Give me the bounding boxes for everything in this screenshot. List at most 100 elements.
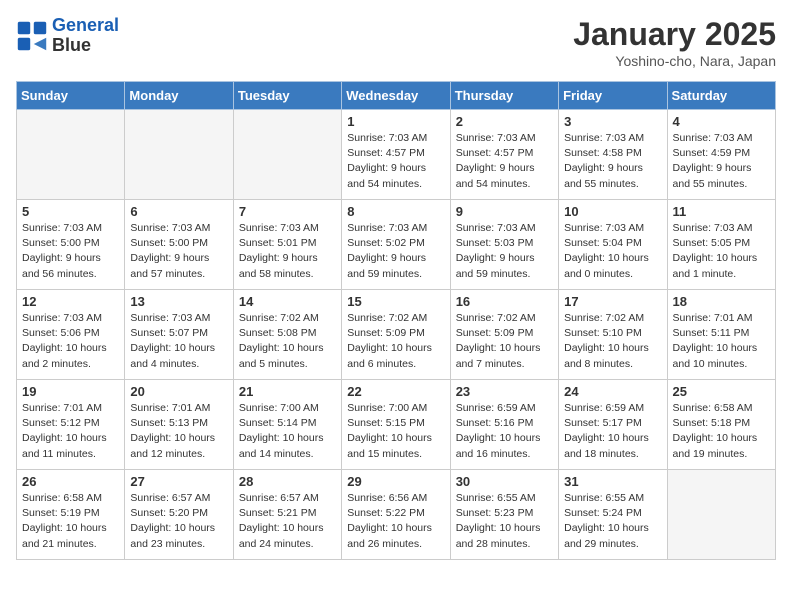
- calendar-cell: 10 Sunrise: 7:03 AM Sunset: 5:04 PM Dayl…: [559, 200, 667, 290]
- day-info: Sunrise: 7:01 AM Sunset: 5:13 PM Dayligh…: [130, 401, 227, 462]
- day-number: 8: [347, 204, 444, 219]
- calendar-cell: 29 Sunrise: 6:56 AM Sunset: 5:22 PM Dayl…: [342, 470, 450, 560]
- calendar-cell: 19 Sunrise: 7:01 AM Sunset: 5:12 PM Dayl…: [17, 380, 125, 470]
- day-number: 4: [673, 114, 770, 129]
- calendar-cell: 24 Sunrise: 6:59 AM Sunset: 5:17 PM Dayl…: [559, 380, 667, 470]
- day-info: Sunrise: 7:01 AM Sunset: 5:11 PM Dayligh…: [673, 311, 770, 372]
- calendar-cell: 22 Sunrise: 7:00 AM Sunset: 5:15 PM Dayl…: [342, 380, 450, 470]
- day-info: Sunrise: 7:01 AM Sunset: 5:12 PM Dayligh…: [22, 401, 119, 462]
- location: Yoshino-cho, Nara, Japan: [573, 53, 776, 69]
- day-number: 7: [239, 204, 336, 219]
- day-header-thursday: Thursday: [450, 82, 558, 110]
- day-info: Sunrise: 7:02 AM Sunset: 5:09 PM Dayligh…: [347, 311, 444, 372]
- day-info: Sunrise: 6:57 AM Sunset: 5:21 PM Dayligh…: [239, 491, 336, 552]
- day-info: Sunrise: 7:03 AM Sunset: 4:58 PM Dayligh…: [564, 131, 661, 192]
- calendar-cell: 16 Sunrise: 7:02 AM Sunset: 5:09 PM Dayl…: [450, 290, 558, 380]
- day-number: 29: [347, 474, 444, 489]
- calendar-cell: 31 Sunrise: 6:55 AM Sunset: 5:24 PM Dayl…: [559, 470, 667, 560]
- day-info: Sunrise: 7:03 AM Sunset: 5:02 PM Dayligh…: [347, 221, 444, 282]
- day-info: Sunrise: 6:59 AM Sunset: 5:16 PM Dayligh…: [456, 401, 553, 462]
- day-info: Sunrise: 6:55 AM Sunset: 5:23 PM Dayligh…: [456, 491, 553, 552]
- day-number: 2: [456, 114, 553, 129]
- calendar-cell: 23 Sunrise: 6:59 AM Sunset: 5:16 PM Dayl…: [450, 380, 558, 470]
- calendar-week-5: 26 Sunrise: 6:58 AM Sunset: 5:19 PM Dayl…: [17, 470, 776, 560]
- day-info: Sunrise: 7:03 AM Sunset: 4:59 PM Dayligh…: [673, 131, 770, 192]
- day-number: 12: [22, 294, 119, 309]
- calendar-cell: 13 Sunrise: 7:03 AM Sunset: 5:07 PM Dayl…: [125, 290, 233, 380]
- calendar-cell: [17, 110, 125, 200]
- calendar-cell: 5 Sunrise: 7:03 AM Sunset: 5:00 PM Dayli…: [17, 200, 125, 290]
- calendar-cell: 26 Sunrise: 6:58 AM Sunset: 5:19 PM Dayl…: [17, 470, 125, 560]
- day-info: Sunrise: 7:03 AM Sunset: 5:04 PM Dayligh…: [564, 221, 661, 282]
- calendar-cell: 20 Sunrise: 7:01 AM Sunset: 5:13 PM Dayl…: [125, 380, 233, 470]
- day-info: Sunrise: 7:03 AM Sunset: 5:00 PM Dayligh…: [22, 221, 119, 282]
- day-header-friday: Friday: [559, 82, 667, 110]
- day-info: Sunrise: 7:03 AM Sunset: 5:05 PM Dayligh…: [673, 221, 770, 282]
- calendar-cell: 15 Sunrise: 7:02 AM Sunset: 5:09 PM Dayl…: [342, 290, 450, 380]
- logo: GeneralBlue: [16, 16, 119, 56]
- day-number: 1: [347, 114, 444, 129]
- calendar-cell: 30 Sunrise: 6:55 AM Sunset: 5:23 PM Dayl…: [450, 470, 558, 560]
- logo-icon: [16, 20, 48, 52]
- day-header-sunday: Sunday: [17, 82, 125, 110]
- day-number: 24: [564, 384, 661, 399]
- day-info: Sunrise: 6:58 AM Sunset: 5:18 PM Dayligh…: [673, 401, 770, 462]
- day-number: 11: [673, 204, 770, 219]
- day-number: 20: [130, 384, 227, 399]
- calendar-cell: 9 Sunrise: 7:03 AM Sunset: 5:03 PM Dayli…: [450, 200, 558, 290]
- calendar-week-4: 19 Sunrise: 7:01 AM Sunset: 5:12 PM Dayl…: [17, 380, 776, 470]
- calendar-cell: 7 Sunrise: 7:03 AM Sunset: 5:01 PM Dayli…: [233, 200, 341, 290]
- calendar-cell: 3 Sunrise: 7:03 AM Sunset: 4:58 PM Dayli…: [559, 110, 667, 200]
- day-number: 15: [347, 294, 444, 309]
- calendar-cell: 8 Sunrise: 7:03 AM Sunset: 5:02 PM Dayli…: [342, 200, 450, 290]
- calendar-cell: [233, 110, 341, 200]
- calendar-cell: 14 Sunrise: 7:02 AM Sunset: 5:08 PM Dayl…: [233, 290, 341, 380]
- calendar-cell: 28 Sunrise: 6:57 AM Sunset: 5:21 PM Dayl…: [233, 470, 341, 560]
- day-info: Sunrise: 6:55 AM Sunset: 5:24 PM Dayligh…: [564, 491, 661, 552]
- calendar-week-1: 1 Sunrise: 7:03 AM Sunset: 4:57 PM Dayli…: [17, 110, 776, 200]
- calendar-cell: 4 Sunrise: 7:03 AM Sunset: 4:59 PM Dayli…: [667, 110, 775, 200]
- calendar-cell: 11 Sunrise: 7:03 AM Sunset: 5:05 PM Dayl…: [667, 200, 775, 290]
- day-info: Sunrise: 6:56 AM Sunset: 5:22 PM Dayligh…: [347, 491, 444, 552]
- day-number: 13: [130, 294, 227, 309]
- day-number: 19: [22, 384, 119, 399]
- calendar-cell: 18 Sunrise: 7:01 AM Sunset: 5:11 PM Dayl…: [667, 290, 775, 380]
- day-header-saturday: Saturday: [667, 82, 775, 110]
- day-info: Sunrise: 7:03 AM Sunset: 5:01 PM Dayligh…: [239, 221, 336, 282]
- day-info: Sunrise: 7:03 AM Sunset: 5:00 PM Dayligh…: [130, 221, 227, 282]
- day-info: Sunrise: 7:03 AM Sunset: 4:57 PM Dayligh…: [347, 131, 444, 192]
- calendar-cell: 1 Sunrise: 7:03 AM Sunset: 4:57 PM Dayli…: [342, 110, 450, 200]
- day-info: Sunrise: 7:03 AM Sunset: 5:07 PM Dayligh…: [130, 311, 227, 372]
- page-header: GeneralBlue January 2025 Yoshino-cho, Na…: [16, 16, 776, 69]
- calendar-table: SundayMondayTuesdayWednesdayThursdayFrid…: [16, 81, 776, 560]
- day-header-tuesday: Tuesday: [233, 82, 341, 110]
- day-number: 26: [22, 474, 119, 489]
- day-info: Sunrise: 6:59 AM Sunset: 5:17 PM Dayligh…: [564, 401, 661, 462]
- day-header-wednesday: Wednesday: [342, 82, 450, 110]
- day-number: 14: [239, 294, 336, 309]
- day-info: Sunrise: 7:03 AM Sunset: 4:57 PM Dayligh…: [456, 131, 553, 192]
- calendar-cell: 21 Sunrise: 7:00 AM Sunset: 5:14 PM Dayl…: [233, 380, 341, 470]
- day-number: 16: [456, 294, 553, 309]
- day-info: Sunrise: 7:02 AM Sunset: 5:08 PM Dayligh…: [239, 311, 336, 372]
- day-info: Sunrise: 7:02 AM Sunset: 5:10 PM Dayligh…: [564, 311, 661, 372]
- day-number: 6: [130, 204, 227, 219]
- day-number: 5: [22, 204, 119, 219]
- calendar-cell: [667, 470, 775, 560]
- day-info: Sunrise: 7:03 AM Sunset: 5:06 PM Dayligh…: [22, 311, 119, 372]
- calendar-cell: 12 Sunrise: 7:03 AM Sunset: 5:06 PM Dayl…: [17, 290, 125, 380]
- logo-text: GeneralBlue: [52, 16, 119, 56]
- day-number: 25: [673, 384, 770, 399]
- day-number: 10: [564, 204, 661, 219]
- day-info: Sunrise: 6:58 AM Sunset: 5:19 PM Dayligh…: [22, 491, 119, 552]
- day-info: Sunrise: 7:02 AM Sunset: 5:09 PM Dayligh…: [456, 311, 553, 372]
- day-number: 30: [456, 474, 553, 489]
- calendar-cell: 27 Sunrise: 6:57 AM Sunset: 5:20 PM Dayl…: [125, 470, 233, 560]
- calendar-cell: 17 Sunrise: 7:02 AM Sunset: 5:10 PM Dayl…: [559, 290, 667, 380]
- month-title: January 2025: [573, 16, 776, 53]
- day-number: 21: [239, 384, 336, 399]
- calendar-cell: 25 Sunrise: 6:58 AM Sunset: 5:18 PM Dayl…: [667, 380, 775, 470]
- day-header-monday: Monday: [125, 82, 233, 110]
- day-number: 27: [130, 474, 227, 489]
- day-info: Sunrise: 7:03 AM Sunset: 5:03 PM Dayligh…: [456, 221, 553, 282]
